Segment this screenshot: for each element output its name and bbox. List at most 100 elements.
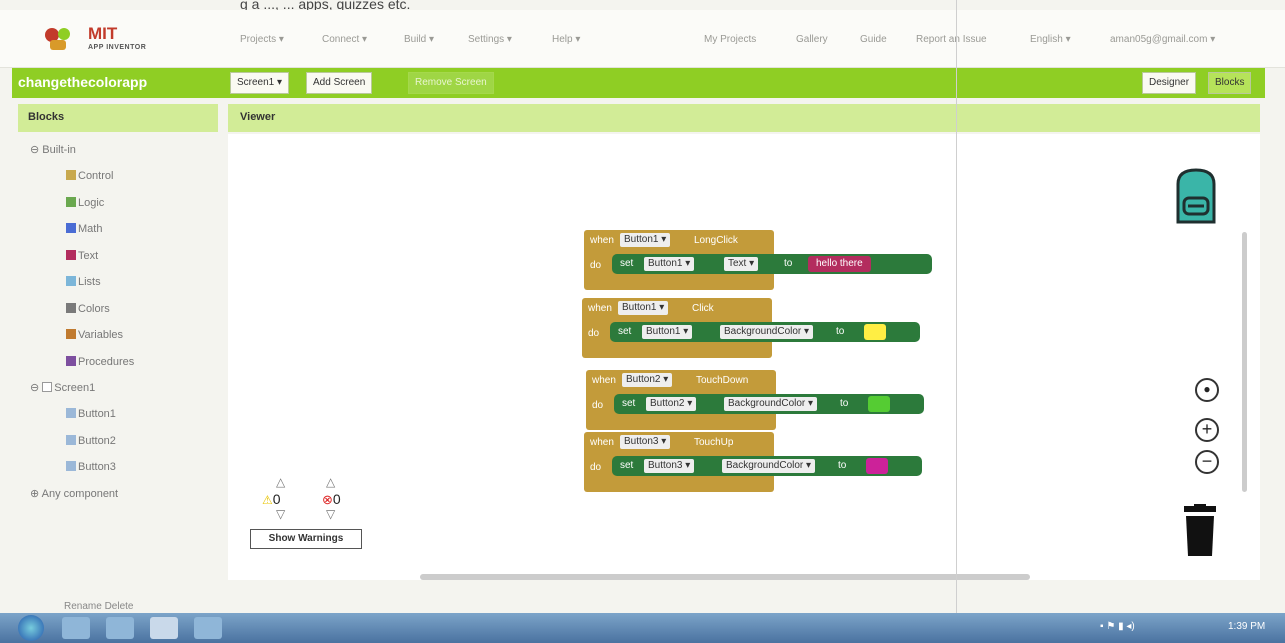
palette-item-math[interactable]: Math <box>66 221 102 237</box>
screen-icon <box>42 382 53 392</box>
warnings-down-arrow-icon[interactable]: ▽ <box>276 507 285 521</box>
when-keyword: when <box>592 375 616 386</box>
set-component-dropdown[interactable]: Button3 ▾ <box>644 459 695 473</box>
warnings-up-arrow-icon[interactable]: △ <box>276 475 285 489</box>
set-keyword: set <box>620 460 634 471</box>
blocks-button[interactable]: Blocks <box>1208 72 1252 94</box>
set-property-block[interactable]: set Button1 ▾ BackgroundColor ▾ to <box>610 322 920 342</box>
show-warnings-button[interactable]: Show Warnings <box>250 529 362 549</box>
event-block[interactable]: when Button1 ▾ LongClick do set Button1 ▾ Text… <box>584 230 932 290</box>
taskbar-chrome-icon[interactable] <box>150 617 178 639</box>
start-button-icon[interactable] <box>18 615 44 641</box>
when-keyword: when <box>590 437 614 448</box>
recenter-icon[interactable]: ● <box>1195 378 1219 402</box>
palette-item-logic[interactable]: Logic <box>66 195 104 211</box>
tray-icons[interactable]: ▪ ⚑ ▮ ◂) <box>1100 621 1135 632</box>
event-block[interactable]: when Button2 ▾ TouchDown do set Button2 ▾ Back… <box>586 370 924 430</box>
designer-button[interactable]: Designer <box>1142 72 1197 94</box>
menu-account[interactable]: aman05g@gmail.com ▾ <box>1110 34 1215 45</box>
remove-screen-button[interactable]: Remove Screen <box>408 72 494 94</box>
blocks-tree: ⊖ Built-in Control Logic Math Text Lists Colo… <box>18 136 218 576</box>
event-component-dropdown[interactable]: Button1 ▾ <box>618 301 669 315</box>
palette-item-variables[interactable]: Variables <box>66 327 123 343</box>
palette-swatch-icon <box>66 170 76 180</box>
menu-my-projects[interactable]: My Projects <box>704 34 756 45</box>
palette-swatch-icon <box>66 196 76 207</box>
screen1-node[interactable]: ⊖ Screen1 <box>30 380 95 396</box>
event-block[interactable]: when Button1 ▾ Click do set Button1 ▾ Backgrou… <box>582 298 920 358</box>
menu-projects[interactable]: Projects ▾ <box>240 34 284 45</box>
menu-build[interactable]: Build ▾ <box>404 34 434 45</box>
project-name: changethecolorapp <box>18 74 148 90</box>
windows-taskbar: ▪ ⚑ ▮ ◂) 1:39 PM <box>0 613 1285 643</box>
set-component-dropdown[interactable]: Button1 ▾ <box>644 257 695 271</box>
when-keyword: when <box>590 235 614 246</box>
palette-swatch-icon <box>66 249 76 260</box>
builtin-node[interactable]: ⊖ Built-in <box>30 142 76 158</box>
taskbar-explorer-icon[interactable] <box>62 617 90 639</box>
palette-item-procedures[interactable]: Procedures <box>66 354 134 370</box>
zoom-in-icon[interactable]: + <box>1195 418 1219 442</box>
blocks-workspace[interactable]: when Button1 ▾ LongClick do set Button1 ▾ Text… <box>228 134 1260 580</box>
property-dropdown[interactable]: BackgroundColor ▾ <box>722 459 816 473</box>
color-value-block[interactable] <box>868 396 890 412</box>
backpack-icon[interactable] <box>1164 164 1228 228</box>
palette-swatch-icon <box>66 302 76 313</box>
menu-connect[interactable]: Connect ▾ <box>322 34 367 45</box>
property-dropdown[interactable]: Text ▾ <box>724 257 759 271</box>
taskbar-window-icon[interactable] <box>194 617 222 639</box>
screen-select[interactable]: Screen1 ▾ <box>230 72 290 94</box>
rename-delete-links[interactable]: Rename Delete <box>64 601 133 612</box>
menu-report-issue[interactable]: Report an Issue <box>916 34 987 45</box>
component-item-button3[interactable]: Button3 <box>66 459 116 475</box>
add-screen-button[interactable]: Add Screen <box>306 72 373 94</box>
palette-item-control[interactable]: Control <box>66 168 113 184</box>
set-keyword: set <box>622 398 636 409</box>
menu-help[interactable]: Help ▾ <box>552 34 580 45</box>
color-value-block[interactable] <box>866 458 888 474</box>
horizontal-scrollbar[interactable] <box>420 574 1030 580</box>
set-component-dropdown[interactable]: Button1 ▾ <box>642 325 693 339</box>
event-name: LongClick <box>694 235 738 246</box>
color-value-block[interactable] <box>864 324 886 340</box>
palette-item-text[interactable]: Text <box>66 248 98 264</box>
menu-guide[interactable]: Guide <box>860 34 887 45</box>
property-dropdown[interactable]: BackgroundColor ▾ <box>724 397 818 411</box>
event-name: TouchUp <box>694 437 734 448</box>
text-value-block[interactable]: hello there <box>808 256 871 272</box>
vertical-scrollbar[interactable] <box>1242 232 1247 492</box>
event-component-dropdown[interactable]: Button1 ▾ <box>620 233 671 247</box>
menu-gallery[interactable]: Gallery <box>796 34 828 45</box>
to-keyword: to <box>840 398 849 409</box>
set-keyword: set <box>618 326 632 337</box>
event-block[interactable]: when Button3 ▾ TouchUp do set Button3 ▾ Backgr… <box>584 432 922 492</box>
set-property-block[interactable]: set Button2 ▾ BackgroundColor ▾ to <box>614 394 924 414</box>
palette-item-lists[interactable]: Lists <box>66 274 101 290</box>
component-item-label: Button2 <box>78 434 116 447</box>
component-item-button1[interactable]: Button1 <box>66 406 116 422</box>
property-dropdown[interactable]: BackgroundColor ▾ <box>720 325 814 339</box>
menu-language[interactable]: English ▾ <box>1030 34 1071 45</box>
palette-swatch-icon <box>66 276 76 286</box>
taskbar-media-icon[interactable] <box>106 617 134 639</box>
set-property-block[interactable]: set Button3 ▾ BackgroundColor ▾ to <box>612 456 922 476</box>
event-component-dropdown[interactable]: Button2 ▾ <box>622 373 673 387</box>
component-item-button2[interactable]: Button2 <box>66 433 116 449</box>
errors-up-arrow-icon[interactable]: △ <box>326 475 335 489</box>
logo-subtitle: APP INVENTOR <box>88 44 147 51</box>
button-component-icon <box>66 461 76 471</box>
project-toolbar: changethecolorapp Screen1 ▾ Add Screen R… <box>12 68 1265 98</box>
do-keyword: do <box>590 462 602 473</box>
event-component-dropdown[interactable]: Button3 ▾ <box>620 435 671 449</box>
zoom-out-icon[interactable]: − <box>1195 450 1219 474</box>
set-property-block[interactable]: set Button1 ▾ Text ▾ to hello there <box>612 254 932 274</box>
trash-icon[interactable] <box>1178 504 1222 558</box>
set-component-dropdown[interactable]: Button2 ▾ <box>646 397 697 411</box>
errors-down-arrow-icon[interactable]: ▽ <box>326 507 335 521</box>
menu-settings[interactable]: Settings ▾ <box>468 34 512 45</box>
mit-app-inventor-logo[interactable]: MIT APP INVENTOR <box>44 24 164 54</box>
palette-item-label: Variables <box>78 329 124 341</box>
warning-icon: ⚠ <box>262 493 273 507</box>
palette-item-colors[interactable]: Colors <box>66 301 110 317</box>
any-component-node[interactable]: ⊕ Any component <box>30 486 118 502</box>
